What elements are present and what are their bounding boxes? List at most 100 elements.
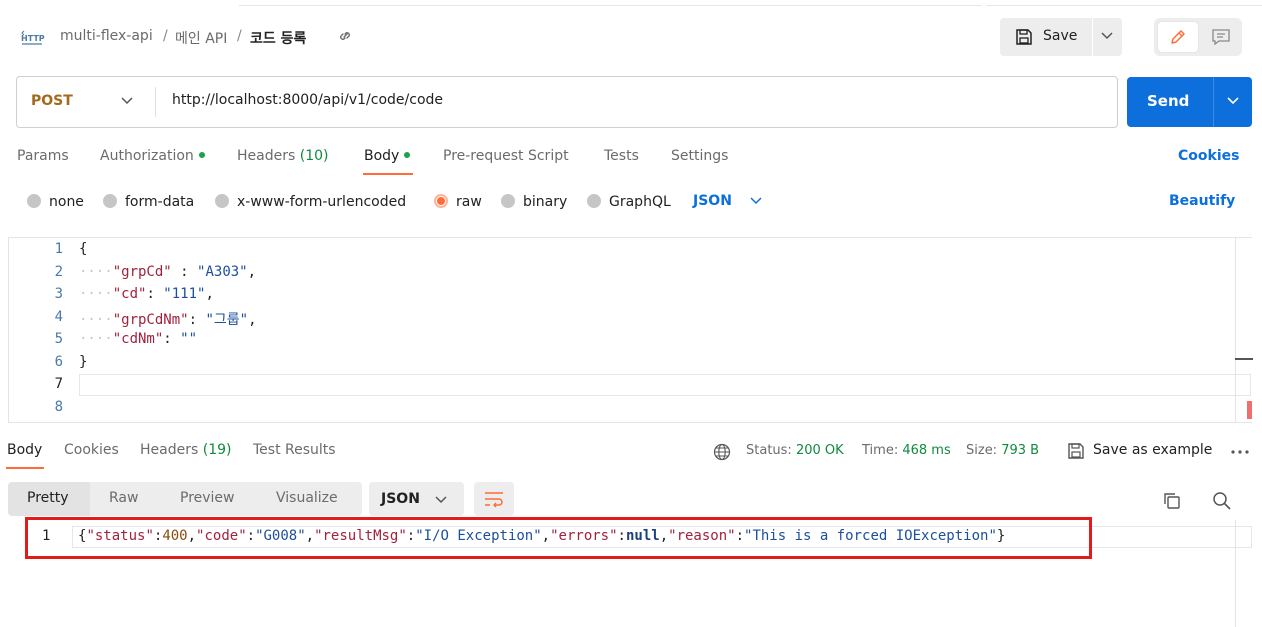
json-key: "cdNm" xyxy=(112,331,164,347)
send-label: Send xyxy=(1147,92,1190,110)
json-key: "cd" xyxy=(112,286,147,302)
code-line: ····"cdNm": "" xyxy=(79,331,198,347)
save-label: Save xyxy=(1043,28,1078,44)
chevron-down-icon[interactable] xyxy=(750,197,762,205)
view-preview[interactable]: Preview xyxy=(180,490,235,506)
code-line: } xyxy=(79,354,87,370)
radio-label: binary xyxy=(523,194,568,210)
headers-count: (10) xyxy=(299,148,329,164)
wrap-lines-button[interactable] xyxy=(474,482,514,516)
scrollbar-marker xyxy=(1235,358,1253,360)
time-value: 468 ms xyxy=(902,443,951,458)
save-options-button[interactable] xyxy=(1093,18,1122,56)
radio-binary[interactable]: binary xyxy=(501,194,567,210)
send-button[interactable]: Send xyxy=(1127,77,1213,127)
code-token: : xyxy=(171,264,198,280)
format-label: JSON xyxy=(381,491,420,507)
breadcrumb-separator: / xyxy=(163,28,168,44)
line-number: 6 xyxy=(54,354,63,370)
response-view-toggle: Pretty Raw Preview Visualize xyxy=(8,482,362,516)
radio-raw[interactable]: raw xyxy=(434,194,482,210)
more-options-icon[interactable] xyxy=(1231,450,1249,454)
json-value: "A303" xyxy=(197,264,248,280)
response-tab-headers[interactable]: Headers (19) xyxy=(140,442,231,458)
tab-tests[interactable]: Tests xyxy=(604,148,639,164)
size-value: 793 B xyxy=(1001,443,1040,458)
time-label: Time: xyxy=(862,443,899,458)
status-dot xyxy=(404,152,411,158)
top-divider-right xyxy=(986,0,1262,6)
response-format-select[interactable]: JSON xyxy=(369,482,464,516)
url-input[interactable]: http://localhost:8000/api/v1/code/code xyxy=(172,92,1072,108)
line-number: 8 xyxy=(54,399,63,415)
beautify-link[interactable]: Beautify xyxy=(1169,193,1235,209)
save-icon[interactable] xyxy=(1067,442,1085,460)
code-line: { xyxy=(79,241,87,257)
request-body-editor[interactable]: 1 2 3 4 5 6 7 8 { ····"grpCd" : "A303", … xyxy=(8,237,1253,423)
chevron-down-icon xyxy=(1101,32,1113,40)
radio-x-www-form-urlencoded[interactable]: x-www-form-urlencoded xyxy=(215,194,406,210)
chevron-down-icon[interactable] xyxy=(121,97,133,105)
svg-text:HTTP: HTTP xyxy=(21,34,45,43)
send-options-button[interactable] xyxy=(1213,77,1252,127)
tab-headers[interactable]: Headers (10) xyxy=(237,148,328,164)
response-tab-cookies[interactable]: Cookies xyxy=(64,442,119,458)
code-token: } xyxy=(79,354,88,370)
response-time[interactable]: Time: 468 ms xyxy=(862,443,951,458)
save-icon xyxy=(1016,29,1032,45)
line-number: 3 xyxy=(54,286,63,302)
view-raw[interactable]: Raw xyxy=(109,490,138,506)
chevron-down-icon xyxy=(1227,97,1239,105)
method-select[interactable]: POST xyxy=(31,93,73,109)
view-mode-toggle xyxy=(1154,18,1242,56)
tab-body[interactable]: Body xyxy=(364,148,411,164)
tab-authorization[interactable]: Authorization xyxy=(100,148,205,164)
radio-circle-selected xyxy=(434,194,448,208)
tab-pre-request-script[interactable]: Pre-request Script xyxy=(443,148,569,164)
link-icon[interactable] xyxy=(337,28,353,44)
comment-mode-button[interactable] xyxy=(1206,22,1238,52)
tab-settings[interactable]: Settings xyxy=(671,148,728,164)
code-line: ····"grpCdNm": "그룹", xyxy=(79,312,257,328)
breadcrumb-separator: / xyxy=(237,28,242,44)
breadcrumb-collection[interactable]: multi-flex-api xyxy=(60,28,153,44)
radio-none[interactable]: none xyxy=(27,194,84,210)
code-token: : xyxy=(163,331,181,347)
response-tab-body[interactable]: Body xyxy=(7,442,42,458)
json-key: "grpCdNm" xyxy=(112,312,189,328)
radio-label: x-www-form-urlencoded xyxy=(237,194,407,210)
code-line: ····"grpCd" : "A303", xyxy=(79,264,257,280)
radio-graphql[interactable]: GraphQL xyxy=(587,194,671,210)
request-header: HTTP multi-flex-api / 메인 API / 코드 등록 Sav… xyxy=(0,18,1262,58)
globe-icon[interactable] xyxy=(713,443,731,461)
active-tab-indicator xyxy=(363,173,413,175)
breadcrumb-folder[interactable]: 메인 API xyxy=(175,28,227,48)
search-icon[interactable] xyxy=(1212,491,1232,511)
current-line-highlight xyxy=(79,374,1251,396)
edit-mode-button[interactable] xyxy=(1158,22,1198,52)
save-as-example-button[interactable]: Save as example xyxy=(1093,442,1212,458)
line-number: 5 xyxy=(54,331,63,347)
radio-form-data[interactable]: form-data xyxy=(103,194,194,210)
red-annotation-box xyxy=(25,517,1092,559)
body-format-select[interactable]: JSON xyxy=(693,193,732,209)
top-divider xyxy=(239,0,982,6)
cookies-link[interactable]: Cookies xyxy=(1178,148,1239,164)
response-tab-test-results[interactable]: Test Results xyxy=(253,442,336,458)
response-status[interactable]: Status: 200 OK xyxy=(746,443,844,458)
line-number-current: 7 xyxy=(54,376,63,392)
view-pretty[interactable]: Pretty xyxy=(27,490,69,506)
line-number: 1 xyxy=(54,241,63,257)
response-size[interactable]: Size: 793 B xyxy=(966,443,1039,458)
code-token: { xyxy=(79,241,88,257)
response-scrollbar[interactable] xyxy=(1235,520,1236,627)
view-visualize[interactable]: Visualize xyxy=(276,490,338,506)
radio-label: raw xyxy=(456,194,482,210)
copy-icon[interactable] xyxy=(1162,491,1182,511)
save-button[interactable]: Save xyxy=(1000,18,1092,56)
editor-scrollbar[interactable] xyxy=(1235,238,1236,422)
code-token: : xyxy=(146,286,164,302)
breadcrumb-request[interactable]: 코드 등록 xyxy=(250,28,306,48)
tab-params[interactable]: Params xyxy=(17,148,69,164)
radio-circle xyxy=(27,194,41,208)
